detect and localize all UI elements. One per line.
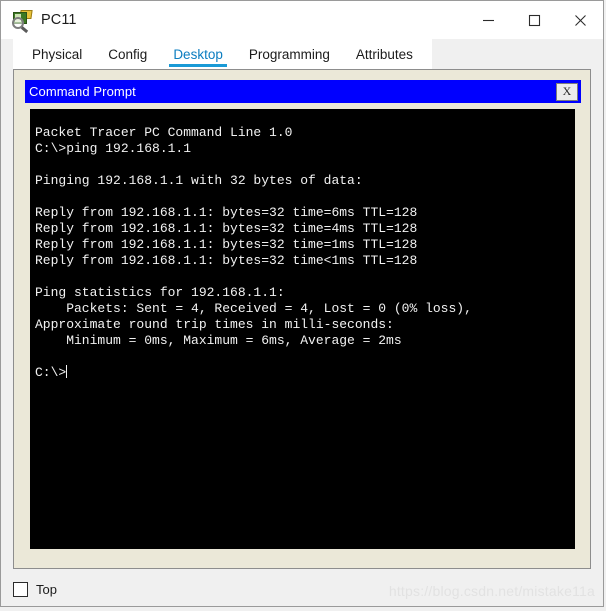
- terminal-line: Ping statistics for 192.168.1.1:: [35, 285, 285, 300]
- terminal-prompt-line: C:\>: [35, 365, 571, 381]
- top-checkbox[interactable]: [13, 582, 28, 597]
- command-prompt-body: Packet Tracer PC Command Line 1.0 C:\>pin…: [25, 103, 581, 549]
- terminal-line: Packet Tracer PC Command Line 1.0: [35, 125, 293, 140]
- tab-attributes[interactable]: Attributes: [343, 39, 426, 69]
- terminal-line: Reply from 192.168.1.1: bytes=32 time=1m…: [35, 237, 418, 252]
- terminal-line: C:\>ping 192.168.1.1: [35, 141, 192, 156]
- terminal-line: Reply from 192.168.1.1: bytes=32 time<1m…: [35, 253, 418, 268]
- bottom-bar: Top https://blog.csdn.net/mistake11a: [1, 571, 603, 611]
- window-title: PC11: [41, 12, 77, 28]
- terminal-caret: [66, 365, 68, 378]
- packet-tracer-pc-icon: [12, 9, 34, 33]
- tabstrip-container: Physical Config Desktop Programming Attr…: [1, 39, 603, 69]
- tab-programming[interactable]: Programming: [236, 39, 343, 69]
- terminal-line: Minimum = 0ms, Maximum = 6ms, Average = …: [35, 333, 402, 348]
- desktop-panel: Command Prompt X Packet Tracer PC Comman…: [13, 69, 591, 569]
- command-prompt-close-button[interactable]: X: [556, 82, 578, 101]
- terminal-line: Approximate round trip times in milli-se…: [35, 317, 394, 332]
- watermark-text: https://blog.csdn.net/mistake11a: [388, 583, 595, 599]
- window-titlebar: PC11: [1, 1, 603, 39]
- pc-device-window: PC11 Physical Config Desktop Programming…: [0, 0, 604, 607]
- top-checkbox-label: Top: [36, 582, 57, 597]
- terminal-prompt-text: C:\>: [35, 365, 67, 380]
- terminal-line: Reply from 192.168.1.1: bytes=32 time=4m…: [35, 221, 418, 236]
- tab-config[interactable]: Config: [95, 39, 160, 69]
- command-prompt-title: Command Prompt: [29, 84, 136, 99]
- maximize-icon[interactable]: [511, 1, 557, 39]
- terminal-line: Reply from 192.168.1.1: bytes=32 time=6m…: [35, 205, 418, 220]
- desktop-content: Command Prompt X Packet Tracer PC Comman…: [1, 69, 603, 606]
- terminal-output[interactable]: Packet Tracer PC Command Line 1.0 C:\>pin…: [30, 109, 575, 549]
- command-prompt-window: Command Prompt X Packet Tracer PC Comman…: [25, 80, 581, 553]
- window-controls: [465, 1, 603, 39]
- close-icon[interactable]: [557, 1, 603, 39]
- minimize-icon[interactable]: [465, 1, 511, 39]
- tabstrip: Physical Config Desktop Programming Attr…: [13, 39, 432, 69]
- terminal-line: Packets: Sent = 4, Received = 4, Lost = …: [35, 301, 472, 316]
- tab-desktop[interactable]: Desktop: [160, 39, 236, 69]
- top-checkbox-row[interactable]: Top: [13, 582, 57, 597]
- tab-physical[interactable]: Physical: [19, 39, 95, 69]
- command-prompt-titlebar: Command Prompt X: [25, 80, 581, 103]
- terminal-line: Pinging 192.168.1.1 with 32 bytes of dat…: [35, 173, 363, 188]
